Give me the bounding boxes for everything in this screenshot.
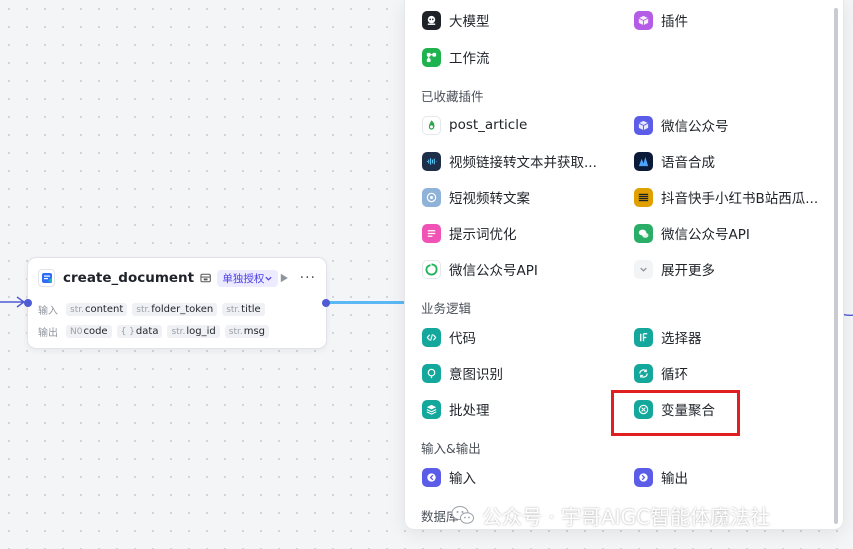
outgoing-edge [326,301,406,304]
output-param: str.log_id [167,324,220,338]
auth-badge-label: 单独授权 [222,272,265,285]
node-header: create_document 单独授权 ··· [38,268,316,288]
speech-synthesis-icon [634,151,653,171]
wechat-cube-icon [634,115,653,135]
node-inputs-row: 输入 str.content str.folder_token str.titl… [38,301,270,317]
panel-item-code[interactable]: 代码 [422,325,476,349]
panel-item-prompt-optimize[interactable]: 提示词优化 [422,221,517,245]
panel-item-speech-synthesis[interactable]: 语音合成 [634,149,715,173]
watermark-text: 公众号 · 宇哥AIGC智能体魔法社 [482,504,771,529]
panel-item-wechat-api-2[interactable]: 微信公众号API [422,257,538,281]
output-param: str.msg [224,324,270,338]
node-title: create_document [63,270,195,286]
run-icon[interactable] [278,272,289,284]
loop-icon [634,363,653,383]
panel-item-plugin[interactable]: 插件 [634,8,688,32]
input-label: 输入 [38,305,58,317]
wechat-api-icon [634,223,653,243]
more-icon[interactable]: ··· [300,271,316,285]
section-favorites: 已收藏插件 [421,89,484,104]
panel-item-multi-platform[interactable]: 抖音快手小红书B站西瓜... [634,185,818,209]
wechat-api-green-icon [422,259,441,279]
expand-more-button[interactable]: 展开更多 [634,257,715,281]
panel-item-input[interactable]: 输入 [422,465,476,489]
input-param: str.content [66,302,128,316]
multi-platform-icon [634,187,653,207]
post-article-icon [422,115,441,135]
panel-item-loop[interactable]: 循环 [634,361,688,385]
plugin-icon [634,10,653,30]
node-outputs-row: 输出 N0code { }data str.log_id str.msg [38,323,274,339]
auth-badge[interactable]: 单独授权 [217,269,279,287]
section-io: 输入&输出 [421,441,481,456]
output-label: 输出 [38,327,58,339]
chevron-down-icon [265,276,272,281]
llm-icon [422,10,441,30]
panel-item-post-article[interactable]: post_article [422,113,527,137]
panel-item-wechat-official[interactable]: 微信公众号 [634,113,729,137]
video-text-icon [422,151,441,171]
selector-icon [634,327,653,347]
node-output-port[interactable] [322,299,330,307]
short-video-icon [422,187,441,207]
feishu-doc-icon [38,269,55,287]
input-icon [422,467,441,487]
highlight-box [611,390,740,436]
panel-item-intent[interactable]: 意图识别 [422,361,503,385]
chevron-down-icon [634,259,653,279]
output-param: N0code [66,324,112,338]
code-icon [422,327,441,347]
panel-item-batch[interactable]: 批处理 [422,397,490,421]
batch-icon [422,399,441,419]
create-document-node[interactable]: create_document 单独授权 ··· 输入 str.content … [24,257,330,349]
panel-item-output[interactable]: 输出 [634,465,688,489]
prompt-optimize-icon [422,223,441,243]
node-input-port[interactable] [24,299,32,307]
wechat-logo-icon [451,506,474,524]
plugin-store-icon [200,273,211,283]
add-node-panel: 大模型 插件 工作流 已收藏插件 post_article 微信公众号 视频链接… [404,0,844,530]
workflow-icon [422,47,441,67]
panel-item-workflow[interactable]: 工作流 [422,45,490,69]
watermark: 公众号 · 宇哥AIGC智能体魔法社 [450,500,770,530]
intent-icon [422,363,441,383]
panel-scrollbar[interactable] [834,8,838,524]
output-param: { }data [116,324,163,338]
panel-item-wechat-api[interactable]: 微信公众号API [634,221,750,245]
output-icon [634,467,653,487]
panel-item-short-video[interactable]: 短视频转文案 [422,185,530,209]
input-param: str.folder_token [132,302,218,316]
panel-item-selector[interactable]: 选择器 [634,325,702,349]
panel-item-video-link-text[interactable]: 视频链接转文本并获取... [422,149,597,173]
input-param: str.title [222,302,265,316]
section-logic: 业务逻辑 [421,301,472,316]
panel-item-llm[interactable]: 大模型 [422,8,490,32]
